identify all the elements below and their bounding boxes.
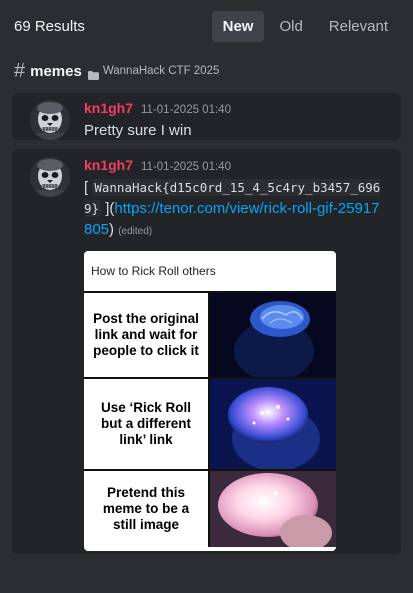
username[interactable]: kn1gh7 (84, 157, 133, 173)
message-body: kn1gh7 11-01-2025 01:40 Pretty sure I wi… (84, 100, 387, 139)
avatar[interactable] (30, 100, 70, 140)
tab-new[interactable]: New (211, 10, 265, 42)
brain-bright-picture (208, 471, 336, 547)
search-result[interactable]: kn1gh7 11-01-2025 01:40 [ WannaHack{d15c… (12, 149, 401, 554)
username[interactable]: kn1gh7 (84, 100, 133, 116)
message-text: [ WannaHack{d15c0rd_15_4_5c4ry_b3457_696… (84, 177, 387, 242)
meme-panel-text: Use ‘Rick Roll but a different link’ lin… (100, 400, 192, 447)
search-result[interactable]: kn1gh7 11-01-2025 01:40 Pretty sure I wi… (12, 93, 401, 140)
folder-icon (87, 67, 99, 80)
message-body: kn1gh7 11-01-2025 01:40 [ WannaHack{d15c… (84, 157, 387, 551)
bracket-close: ]( (101, 200, 115, 217)
meme-panel: Use ‘Rick Roll but a different link’ lin… (84, 377, 336, 469)
meme-panel: Post the original link and wait for peop… (84, 291, 336, 377)
tab-old[interactable]: Old (268, 11, 313, 42)
brain-small-picture (208, 293, 336, 377)
message-text: Pretty sure I win (84, 122, 192, 139)
meme-panel-text: Pretend this meme to be a still image (102, 485, 190, 532)
meme-title: How to Rick Roll others (91, 264, 216, 278)
message-meta: kn1gh7 11-01-2025 01:40 (84, 100, 387, 120)
brain-glowing-picture (208, 379, 336, 469)
results-list: kn1gh7 11-01-2025 01:40 Pretty sure I wi… (0, 93, 413, 554)
sort-tabs: New Old Relevant (211, 10, 399, 42)
channel-header[interactable]: # memes WannaHack CTF 2025 (0, 56, 413, 86)
paren-close: ) (109, 221, 115, 238)
channel-hash-icon: # (14, 60, 26, 82)
results-count: 69 Results (14, 17, 85, 35)
meme-image[interactable]: How to Rick Roll others Post the origina… (84, 251, 336, 551)
timestamp: 11-01-2025 01:40 (141, 104, 231, 116)
search-results-header: 69 Results New Old Relevant (0, 0, 413, 52)
channel-name[interactable]: memes (30, 63, 82, 80)
tab-relevant[interactable]: Relevant (318, 11, 399, 42)
meme-panel-text: Post the original link and wait for peop… (93, 311, 199, 358)
category-name: WannaHack CTF 2025 (102, 65, 220, 77)
avatar[interactable] (30, 157, 70, 197)
meme-panel: Pretend this meme to be a still image (84, 469, 336, 547)
edited-label: (edited) (118, 226, 153, 237)
message-meta: kn1gh7 11-01-2025 01:40 (84, 157, 387, 177)
timestamp: 11-01-2025 01:40 (141, 161, 231, 173)
